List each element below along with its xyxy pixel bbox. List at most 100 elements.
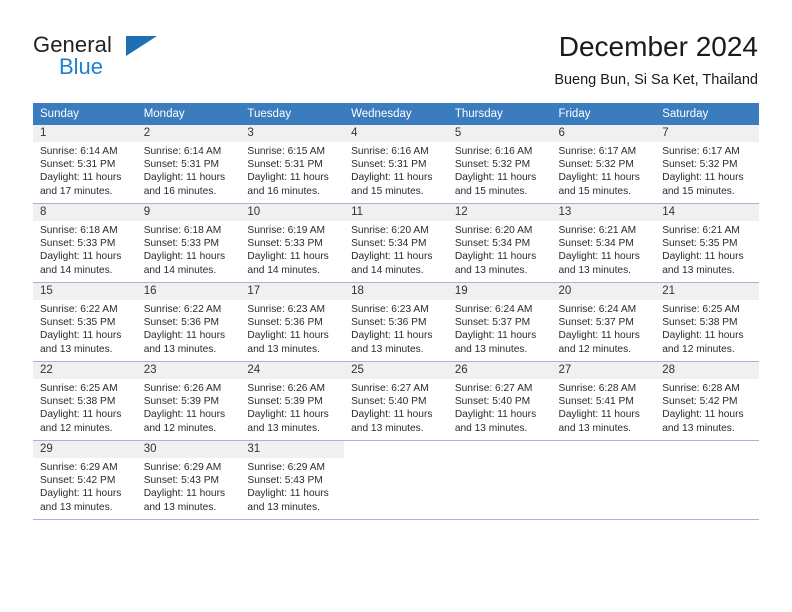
calendar-day-cell bbox=[344, 440, 448, 520]
day-cell-content: 22 Sunrise: 6:25 AM Sunset: 5:38 PM Dayligh… bbox=[33, 362, 137, 440]
day-details: Sunrise: 6:21 AM Sunset: 5:35 PM Daylight:… bbox=[655, 221, 759, 277]
day-details: Sunrise: 6:20 AM Sunset: 5:34 PM Daylight:… bbox=[344, 221, 448, 277]
calendar-day-cell[interactable]: 8 Sunrise: 6:18 AM Sunset: 5:33 PM Daylight… bbox=[33, 203, 137, 283]
calendar-day-cell[interactable]: 20 Sunrise: 6:24 AM Sunset: 5:37 PM Dayligh… bbox=[551, 282, 656, 362]
calendar-day-cell[interactable]: 30 Sunrise: 6:29 AM Sunset: 5:43 PM Dayligh… bbox=[136, 440, 241, 520]
daylight-duration-line1: Daylight: 11 hours bbox=[40, 172, 122, 184]
day-number: 20 bbox=[551, 283, 656, 300]
bottom-rule-cell bbox=[33, 519, 759, 520]
calendar-week-row: 29 Sunrise: 6:29 AM Sunset: 5:42 PM Dayligh… bbox=[33, 440, 759, 520]
calendar-week-row: 15 Sunrise: 6:22 AM Sunset: 5:35 PM Dayligh… bbox=[33, 282, 759, 362]
calendar-day-cell[interactable]: 7 Sunrise: 6:17 AM Sunset: 5:32 PM Daylight… bbox=[655, 125, 759, 204]
calendar-day-cell[interactable]: 25 Sunrise: 6:27 AM Sunset: 5:40 PM Dayligh… bbox=[344, 361, 448, 441]
day-details: Sunrise: 6:27 AM Sunset: 5:40 PM Daylight:… bbox=[344, 379, 448, 435]
day-cell-content: 18 Sunrise: 6:23 AM Sunset: 5:36 PM Dayligh… bbox=[344, 283, 448, 361]
calendar-day-cell[interactable]: 4 Sunrise: 6:16 AM Sunset: 5:31 PM Daylight… bbox=[344, 125, 448, 204]
day-details: Sunrise: 6:25 AM Sunset: 5:38 PM Daylight:… bbox=[33, 379, 137, 435]
day-cell-content: 23 Sunrise: 6:26 AM Sunset: 5:39 PM Dayligh… bbox=[136, 362, 241, 440]
daylight-duration-line1: Daylight: 11 hours bbox=[454, 251, 537, 263]
calendar-day-cell[interactable]: 16 Sunrise: 6:22 AM Sunset: 5:36 PM Dayligh… bbox=[136, 282, 241, 362]
calendar-day-cell[interactable]: 22 Sunrise: 6:25 AM Sunset: 5:38 PM Dayligh… bbox=[33, 361, 137, 441]
sunset-time: Sunset: 5:42 PM bbox=[662, 396, 738, 408]
brand-logo[interactable]: General Blue bbox=[33, 32, 253, 84]
calendar-day-cell[interactable]: 27 Sunrise: 6:28 AM Sunset: 5:41 PM Dayligh… bbox=[551, 361, 656, 441]
day-number: 15 bbox=[33, 283, 137, 300]
calendar-page: General Blue December 2024 Bueng Bun, Si… bbox=[0, 0, 792, 612]
daylight-duration-line1: Daylight: 11 hours bbox=[247, 172, 329, 184]
daylight-duration-line1: Daylight: 11 hours bbox=[143, 172, 226, 184]
daylight-duration-line2: and 13 minutes. bbox=[351, 343, 424, 355]
daylight-duration-line2: and 14 minutes. bbox=[143, 264, 217, 276]
day-details: Sunrise: 6:23 AM Sunset: 5:36 PM Daylight:… bbox=[240, 300, 344, 356]
day-details: Sunrise: 6:18 AM Sunset: 5:33 PM Daylight:… bbox=[33, 221, 137, 277]
sunset-time: Sunset: 5:32 PM bbox=[662, 159, 738, 171]
calendar-day-cell[interactable]: 3 Sunrise: 6:15 AM Sunset: 5:31 PM Daylight… bbox=[240, 125, 345, 204]
daylight-duration-line1: Daylight: 11 hours bbox=[247, 488, 329, 500]
day-cell-content bbox=[655, 441, 759, 519]
daylight-duration-line2: and 12 minutes. bbox=[662, 343, 735, 355]
calendar-day-cell[interactable]: 26 Sunrise: 6:27 AM Sunset: 5:40 PM Dayligh… bbox=[447, 361, 552, 441]
calendar-day-cell[interactable]: 14 Sunrise: 6:21 AM Sunset: 5:35 PM Dayligh… bbox=[655, 203, 759, 283]
day-number: 25 bbox=[344, 362, 448, 379]
calendar-day-cell[interactable]: 9 Sunrise: 6:18 AM Sunset: 5:33 PM Daylight… bbox=[136, 203, 241, 283]
title-block: December 2024 Bueng Bun, Si Sa Ket, Thai… bbox=[554, 30, 758, 89]
day-cell-content: 10 Sunrise: 6:19 AM Sunset: 5:33 PM Dayligh… bbox=[240, 204, 345, 282]
daylight-duration-line1: Daylight: 11 hours bbox=[351, 409, 433, 421]
calendar-day-cell[interactable]: 23 Sunrise: 6:26 AM Sunset: 5:39 PM Dayligh… bbox=[136, 361, 241, 441]
daylight-duration-line2: and 17 minutes. bbox=[40, 185, 113, 197]
day-details: Sunrise: 6:21 AM Sunset: 5:34 PM Daylight:… bbox=[552, 221, 656, 277]
daylight-duration-line1: Daylight: 11 hours bbox=[351, 251, 433, 263]
calendar-day-cell[interactable]: 1 Sunrise: 6:14 AM Sunset: 5:31 PM Daylight… bbox=[33, 125, 137, 204]
sunset-time: Sunset: 5:43 PM bbox=[247, 475, 323, 487]
calendar-day-cell[interactable]: 31 Sunrise: 6:29 AM Sunset: 5:43 PM Dayligh… bbox=[240, 440, 345, 520]
calendar-day-cell[interactable]: 11 Sunrise: 6:20 AM Sunset: 5:34 PM Dayligh… bbox=[344, 203, 448, 283]
calendar-day-cell[interactable]: 29 Sunrise: 6:29 AM Sunset: 5:42 PM Dayligh… bbox=[33, 440, 137, 520]
calendar-week-row: 22 Sunrise: 6:25 AM Sunset: 5:38 PM Dayligh… bbox=[33, 361, 759, 441]
daylight-duration-line1: Daylight: 11 hours bbox=[662, 330, 744, 342]
sunrise-time: Sunrise: 6:28 AM bbox=[662, 383, 740, 394]
page-header: General Blue December 2024 Bueng Bun, Si… bbox=[0, 0, 792, 100]
calendar-day-cell[interactable]: 24 Sunrise: 6:26 AM Sunset: 5:39 PM Dayligh… bbox=[240, 361, 345, 441]
calendar-day-cell[interactable]: 18 Sunrise: 6:23 AM Sunset: 5:36 PM Dayligh… bbox=[344, 282, 448, 362]
sunset-time: Sunset: 5:36 PM bbox=[143, 317, 220, 329]
sunrise-time: Sunrise: 6:19 AM bbox=[247, 225, 325, 236]
calendar-day-cell[interactable]: 12 Sunrise: 6:20 AM Sunset: 5:34 PM Dayligh… bbox=[447, 203, 552, 283]
calendar-day-cell[interactable]: 6 Sunrise: 6:17 AM Sunset: 5:32 PM Daylight… bbox=[551, 125, 656, 204]
day-number bbox=[655, 441, 759, 458]
day-details: Sunrise: 6:24 AM Sunset: 5:37 PM Daylight:… bbox=[552, 300, 656, 356]
day-number: 8 bbox=[33, 204, 137, 221]
day-cell-content: 31 Sunrise: 6:29 AM Sunset: 5:43 PM Dayligh… bbox=[240, 441, 345, 519]
sunset-time: Sunset: 5:37 PM bbox=[454, 317, 531, 329]
triangle-logo-icon bbox=[126, 36, 157, 56]
weekday-header-sunday: Sunday bbox=[33, 103, 137, 125]
sunrise-time: Sunrise: 6:24 AM bbox=[558, 304, 637, 315]
sunset-time: Sunset: 5:38 PM bbox=[662, 317, 738, 329]
day-details: Sunrise: 6:20 AM Sunset: 5:34 PM Daylight:… bbox=[448, 221, 552, 277]
daylight-duration-line1: Daylight: 11 hours bbox=[454, 172, 537, 184]
calendar-day-cell[interactable]: 2 Sunrise: 6:14 AM Sunset: 5:31 PM Daylight… bbox=[136, 125, 241, 204]
day-number: 2 bbox=[136, 125, 241, 142]
daylight-duration-line1: Daylight: 11 hours bbox=[143, 251, 226, 263]
sunset-time: Sunset: 5:31 PM bbox=[40, 159, 116, 171]
day-details bbox=[344, 458, 448, 461]
sunset-time: Sunset: 5:31 PM bbox=[143, 159, 220, 171]
calendar-day-cell bbox=[655, 440, 759, 520]
daylight-duration-line2: and 13 minutes. bbox=[454, 422, 528, 434]
day-cell-content: 30 Sunrise: 6:29 AM Sunset: 5:43 PM Dayligh… bbox=[136, 441, 241, 519]
calendar-day-cell[interactable]: 21 Sunrise: 6:25 AM Sunset: 5:38 PM Dayligh… bbox=[655, 282, 759, 362]
weekday-header-tuesday: Tuesday bbox=[240, 103, 345, 125]
day-details: Sunrise: 6:15 AM Sunset: 5:31 PM Daylight:… bbox=[240, 142, 344, 198]
day-number: 19 bbox=[447, 283, 552, 300]
day-cell-content bbox=[344, 441, 448, 519]
sunrise-time: Sunrise: 6:18 AM bbox=[40, 225, 118, 236]
sunrise-time: Sunrise: 6:15 AM bbox=[247, 146, 325, 157]
calendar-day-cell[interactable]: 28 Sunrise: 6:28 AM Sunset: 5:42 PM Dayligh… bbox=[655, 361, 759, 441]
calendar-day-cell[interactable]: 5 Sunrise: 6:16 AM Sunset: 5:32 PM Daylight… bbox=[447, 125, 552, 204]
calendar-day-cell[interactable]: 17 Sunrise: 6:23 AM Sunset: 5:36 PM Dayligh… bbox=[240, 282, 345, 362]
daylight-duration-line1: Daylight: 11 hours bbox=[558, 172, 640, 184]
calendar-day-cell[interactable]: 15 Sunrise: 6:22 AM Sunset: 5:35 PM Dayligh… bbox=[33, 282, 137, 362]
sunset-time: Sunset: 5:35 PM bbox=[662, 238, 738, 250]
calendar-day-cell[interactable]: 19 Sunrise: 6:24 AM Sunset: 5:37 PM Dayligh… bbox=[447, 282, 552, 362]
calendar-day-cell[interactable]: 13 Sunrise: 6:21 AM Sunset: 5:34 PM Dayligh… bbox=[551, 203, 656, 283]
calendar-day-cell[interactable]: 10 Sunrise: 6:19 AM Sunset: 5:33 PM Dayligh… bbox=[240, 203, 345, 283]
